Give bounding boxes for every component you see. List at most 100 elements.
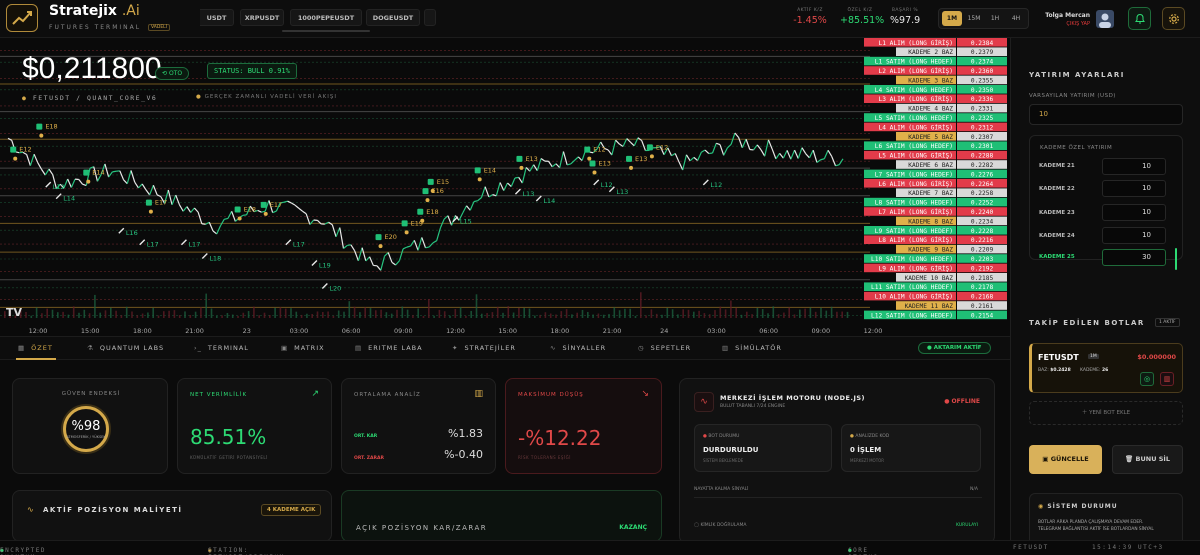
settings-button[interactable] [1162,7,1185,30]
tier-scrollbar[interactable] [1175,248,1177,270]
tab-quantum-labs[interactable]: ⚗ QUANTUM LABS [87,344,164,352]
entry-label: E17 [155,199,167,207]
exit-label: L17 [293,241,305,249]
drawdown-value: -%12.22 [518,426,602,450]
timeframe-4h[interactable]: 4H [1006,11,1026,26]
tier-input[interactable]: 10 [1102,180,1166,197]
tier-input[interactable]: 10 [1102,204,1166,221]
default-investment-input[interactable]: 10 [1029,104,1183,125]
volume-bar [544,312,547,318]
tracked-bot-card[interactable]: FETUSDT 1M $0.000000 BAZ: $0.2428 KADEME… [1029,343,1183,393]
bot-status-label: ● BOT DURUMU [703,434,740,439]
exit-label: L12 [53,183,65,191]
symbol-scrollbar[interactable] [282,30,370,32]
symbol-tab-overflow[interactable] [424,9,436,26]
price-segment [126,170,132,184]
notifications-button[interactable] [1128,7,1151,30]
volume-bar [799,309,801,318]
tab-sepetler[interactable]: ◷ SEPETLER [638,344,691,352]
price-segment [723,147,728,156]
timeframe-15m[interactable]: 15M [964,11,984,26]
update-button[interactable]: ▣ GÜNCELLE [1029,445,1102,474]
volume-bar [613,307,616,318]
delete-button[interactable]: 🗑 BUNU SİL [1112,445,1183,474]
price-segment [514,176,519,179]
volume-bar [571,314,573,318]
net-value: 85.51% [190,425,267,449]
level-price: 0.2258 [971,190,994,197]
logout-link[interactable]: ÇIKIŞ YAP [1040,21,1090,27]
cube-icon: ▣ [281,344,289,352]
volume-bar [576,312,578,318]
volume-bar [353,306,356,318]
tab-eritme-laba[interactable]: ▤ ERITME LABA [355,344,423,352]
app-subtitle: FUTURES TERMINAL [49,24,142,31]
footer-symbol: FETUSDT [1013,544,1049,551]
symbol-tab[interactable]: 1000PEPEUSDT [290,9,362,26]
symbol-tab[interactable]: USDT [200,9,234,26]
level-label: L3 ALIM (LONG GİRİŞ) [878,94,953,103]
volume-bar [322,312,324,318]
tab-stratejiler[interactable]: ✦ STRATEJİLER [452,344,516,352]
volume-bar [693,311,695,318]
price-segment [335,227,341,238]
tier-input[interactable]: 10 [1102,158,1166,175]
price-segment [272,210,277,214]
tier-input[interactable]: 10 [1102,227,1166,244]
entry-label: E13 [599,159,611,167]
volume-bar [216,315,218,318]
price-segment [175,194,181,205]
price-segment [384,252,389,257]
active-pnl-stat: AKTİF K/Z -1.45% [793,8,827,26]
price-segment [548,160,553,168]
level-label: L11 SATIM (LONG HEDEF) [871,284,953,291]
volume-bar [788,307,790,318]
tab-ozet[interactable]: ▦ ÖZET [18,344,53,352]
tab-terminal[interactable]: ›_ TERMINAL [194,344,249,352]
price-segment [149,185,154,196]
volume-bar [359,312,361,318]
volume-bar [645,315,647,318]
code-analysis-label: ● ANALİZDE KOD [850,434,890,439]
active-position-cost-card: ∿ AKTİF POZİSYON MALİYETİ 4 KADEME AÇIK [12,490,332,542]
system-status-title: ◉ SİSTEM DURUMU [1038,503,1118,510]
entry-marker [417,208,424,215]
auto-toggle[interactable]: ⟲ OTO [155,67,190,80]
symbol-tab[interactable]: DOGEUSDT [366,9,420,26]
timeframe-1m[interactable]: 1M [942,11,962,26]
price-segment [555,163,561,169]
price-chart[interactable]: L1 ALIM (LONG GİRİŞ) 0.2384 KADEME 2 BAZ 0.… [0,38,1010,336]
volume-bar [454,309,457,318]
level-price: 0.2228 [971,228,994,235]
add-bot-button[interactable]: ＋ YENİ BOT EKLE [1029,401,1183,425]
price-segment [674,153,680,163]
tab-simulator[interactable]: ▥ SİMÜLATÖR [722,344,782,352]
bot-status-value: DURDURULDU [703,446,759,454]
open-tiers-badge: 4 KADEME AÇIK [261,504,322,516]
activity-icon: ∿ [550,344,557,352]
bot-start-button[interactable]: ◎ [1140,372,1154,386]
volume-bar [703,313,706,318]
level-price: 0.2282 [971,162,994,169]
price-segment [812,149,818,163]
symbol-tab[interactable]: XRPUSDT [240,9,284,26]
price-segment [283,200,288,203]
x-tick-label: 23 [243,327,251,335]
volume-bar [491,312,494,318]
tier-input[interactable]: 30 [1102,249,1166,266]
tab-sinyaller[interactable]: ∿ SİNYALLER [550,344,606,352]
price-segment [369,256,374,266]
price-segment [607,149,613,156]
price-segment [421,237,427,249]
timeframe-1h[interactable]: 1H [985,11,1005,26]
entry-dot [378,244,383,249]
verify-label: ◯ KİMLİK DOĞRULAMA [694,523,747,528]
entry-marker [36,123,43,130]
avatar[interactable] [1096,10,1114,28]
tradingview-logo[interactable]: TV [6,306,22,319]
volume-bar [825,310,828,318]
bot-delete-button[interactable]: ▥ [1160,372,1174,386]
card-title: NET VERİMLİLİK [190,392,248,398]
engine-title: MERKEZİ İŞLEM MOTORU (NODE.JS) [720,394,866,402]
tab-matrix[interactable]: ▣ MATRIX [281,344,325,352]
